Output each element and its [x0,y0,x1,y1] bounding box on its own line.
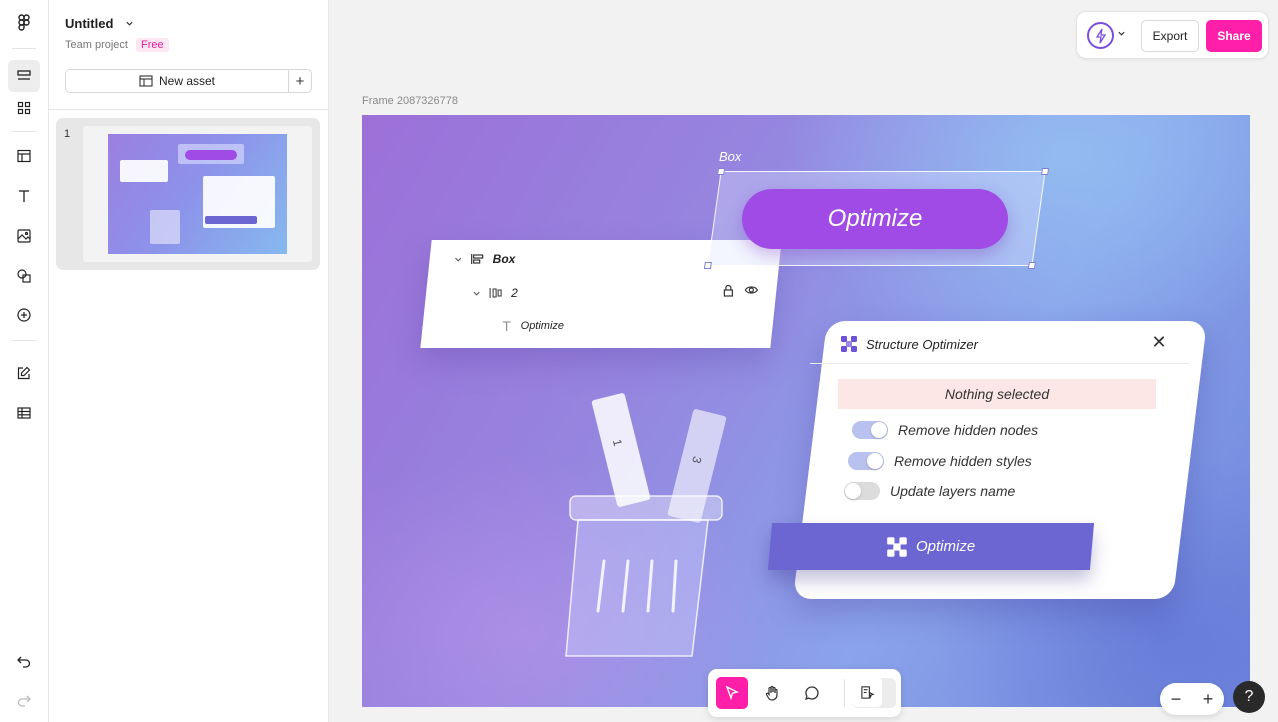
layer-row-2: 2 [472,286,518,300]
option-remove-hidden-nodes[interactable]: Remove hidden nodes [852,421,1038,439]
column-layout-icon [489,288,502,298]
page-number: 1 [64,128,71,140]
lightning-icon [1095,28,1106,43]
user-avatar[interactable] [1087,22,1114,49]
option-label: Update layers name [890,483,1016,499]
optimizer-logo-icon [841,336,857,352]
optimizer-logo-icon [887,536,908,557]
glass-cup-illustration [565,495,723,657]
shapes-icon[interactable] [8,260,40,292]
zoom-in-button[interactable]: + [1203,689,1214,710]
layer-row-optimize: Optimize [501,320,564,332]
image-icon[interactable] [8,220,40,252]
resize-handle[interactable] [717,168,726,175]
zoom-control: − + [1160,683,1224,715]
resize-handle[interactable] [703,262,712,269]
toggle-switch[interactable] [844,482,880,500]
assets-grid-icon[interactable] [8,92,40,124]
project-title-menu[interactable]: Untitled [65,16,134,31]
comment-tool-icon[interactable] [796,677,828,709]
stick-label: 1 [609,437,626,448]
plan-badge: Free [135,38,169,52]
page-thumbnail [83,126,312,262]
layer-actions [722,284,759,297]
new-asset-button[interactable]: New asset [66,70,289,92]
undo-icon[interactable] [8,645,40,677]
canvas-frame[interactable]: Box 2 Optimize Box Optimize 1 3 Structur… [362,115,1250,707]
redo-icon[interactable] [8,684,40,716]
toggle-switch[interactable] [852,421,888,439]
team-label: Team project [65,39,128,51]
add-asset-plus-button[interactable]: + [289,70,311,92]
plugin-tool-group [852,677,896,708]
dev-mode-icon[interactable] [852,677,882,707]
page-thumbnail-card[interactable]: 1 [56,118,320,270]
frame-icon [139,75,153,87]
optimize-button[interactable]: Optimize [767,523,1095,570]
eye-icon[interactable] [744,284,759,296]
frame-name-label[interactable]: Frame 2087326778 [362,95,458,107]
hand-tool-icon[interactable] [756,677,788,709]
stick-label: 3 [689,454,705,465]
project-meta: Team project Free [65,38,169,52]
text-tool-icon[interactable] [8,180,40,212]
optimize-button-label: Optimize [916,538,976,555]
text-layer-icon [502,321,511,331]
layout-icon[interactable] [8,140,40,172]
lock-icon[interactable] [722,284,734,297]
layer-name: 2 [511,286,518,300]
zoom-out-button[interactable]: − [1171,689,1182,710]
move-tool-icon[interactable] [716,677,748,709]
figma-logo-icon[interactable] [8,7,40,39]
option-label: Remove hidden styles [894,453,1032,469]
layers-icon[interactable] [8,60,40,92]
project-title: Untitled [65,16,114,31]
bottom-toolbar [708,669,901,717]
share-button[interactable]: Share [1206,20,1262,52]
selection-status: Nothing selected [838,379,1156,409]
close-icon[interactable]: ✕ [1150,332,1168,352]
chevron-down-icon [473,291,480,296]
option-label: Remove hidden nodes [898,422,1039,438]
toggle-switch[interactable] [848,452,884,470]
chevron-down-icon [455,257,462,262]
help-button[interactable]: ? [1233,681,1265,713]
resize-handle[interactable] [1041,168,1050,175]
top-right-bar: Export Share [1076,11,1269,59]
chevron-down-icon [126,21,134,26]
optimize-pill-button[interactable]: Optimize [742,189,1008,249]
thumbnail-preview [108,134,287,254]
plugin-add-icon[interactable] [8,299,40,331]
optimizer-title: Structure Optimizer [866,336,978,352]
layer-row-box: Box [454,252,516,266]
left-panel: Untitled Team project Free New asset + 1 [49,0,329,722]
edit-icon[interactable] [8,357,40,389]
option-update-layers-name[interactable]: Update layers name [844,482,1015,500]
chevron-down-icon[interactable] [1117,29,1126,38]
new-asset-control: New asset + [65,69,312,93]
resize-handle[interactable] [1027,262,1036,269]
tool-rail [0,0,49,722]
new-asset-label: New asset [158,74,216,88]
layer-name: Optimize [520,320,565,332]
layer-name: Box [492,252,516,266]
export-button[interactable]: Export [1141,20,1199,52]
table-icon[interactable] [8,397,40,429]
option-remove-hidden-styles[interactable]: Remove hidden styles [848,452,1032,470]
optimizer-header: Structure Optimizer [840,335,978,353]
box-selection-label: Box [719,149,742,164]
auto-layout-icon [471,254,484,264]
